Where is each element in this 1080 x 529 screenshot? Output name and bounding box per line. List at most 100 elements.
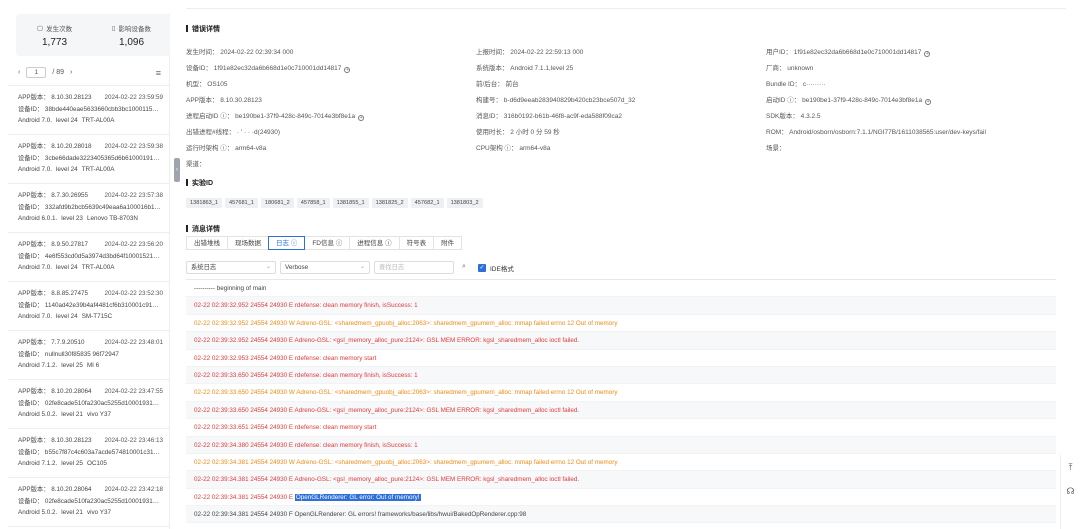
timestamp: 2024-02-22 23:57:38	[104, 192, 163, 199]
occurrence-list: APP版本： 8.10.30.28123 2024-02-22 23:59:59 设…	[8, 86, 169, 527]
ide-format-checkbox[interactable]: ✓	[478, 263, 486, 272]
log-selection: OpenGLRenderer: GL error: Out of memory!	[294, 493, 421, 501]
timestamp: 2024-02-22 23:46:13	[104, 437, 163, 444]
log-line: ---------- beginning of main	[186, 280, 1056, 298]
app-version: APP版本： 8.10.30.28123	[18, 94, 92, 101]
os-version: Android 7.1.2.	[18, 460, 58, 467]
log-text: 02-22 02:39:34.381 24554 24930 F OpenGLR…	[194, 511, 527, 519]
runtime-arch: 运行时架构 ⓘ： arm64-v8a	[186, 145, 267, 152]
next-page-button[interactable]: ›	[70, 69, 72, 76]
device-id: 设备ID： 332afd9b2bcb5639c49eaa6a100016b1…	[18, 203, 161, 211]
devices-label: 影响设备数	[118, 25, 152, 33]
log-line: 02-22 02:39:32.952 24554 24930 E rdefens…	[186, 297, 1056, 315]
app-version: APP版本： 7.7.9.20510	[18, 339, 85, 346]
message-tab[interactable]: FD信息 ⓘ	[304, 236, 351, 250]
message-tab[interactable]: 附件	[433, 236, 463, 250]
scene: 场景：	[766, 145, 786, 152]
collapse-panel-handle[interactable]: ‹	[174, 158, 180, 182]
device-id: 设备ID： 1f91e82ec32da6b668d1e0c710001dd148…	[186, 65, 351, 73]
ide-format-label: IDE格式	[490, 265, 514, 273]
api-level: level 21	[61, 509, 83, 516]
log-text: 02-22 02:39:33.650 24554 24930 W Adreno-…	[194, 389, 618, 397]
log-search-input[interactable]: 查找日志	[374, 261, 454, 274]
log-text: 02-22 02:39:34.380 24554 24930 E rdefens…	[194, 441, 418, 449]
app-version: APP版本： 8.10.20.28018	[18, 143, 92, 150]
log-line: 02-22 02:39:33.650 24554 24930 W Adreno-…	[186, 384, 1056, 402]
log-source-select[interactable]: 系统日志 ⌄	[186, 261, 276, 274]
list-item[interactable]: APP版本： 8.10.20.28064 2024-02-22 23:42:18 设…	[8, 478, 169, 527]
user-id: 用户ID： 1f91e82ec32da6b668d1e0c710001dd148…	[766, 49, 931, 57]
log-text: 02-22 02:39:34.381 24554 24930 E	[194, 493, 295, 501]
log-line: 02-22 02:39:34.381 24554 24930 W Adreno-…	[186, 454, 1056, 472]
error-details-title: 错误详情	[186, 24, 220, 34]
timestamp: 2024-02-22 23:56:20	[104, 241, 163, 248]
devices-stat: ▯ 影响设备数 1,096	[93, 14, 170, 56]
error-thread: 出错进程#线程： · ' · · ·d(24930)	[186, 129, 281, 136]
list-item[interactable]: APP版本： 8.10.20.28064 2024-02-22 23:47:55 设…	[8, 380, 169, 429]
list-item[interactable]: APP版本： 8.10.30.28123 2024-02-22 23:46:13 设…	[8, 429, 169, 478]
chevron-down-icon: ⌄	[265, 264, 271, 270]
experiment-tag: 457681_1	[225, 198, 258, 208]
api-level: level 24	[55, 264, 78, 271]
list-item[interactable]: APP版本： 8.10.20.28018 2024-02-22 23:59:38 设…	[8, 135, 169, 184]
process-launch-id: 进程启动ID ⓘ： be190be1-37f9-428c-849c-7014e3…	[186, 113, 365, 121]
experiment-tag: 457858_1	[296, 198, 330, 208]
usage-duration: 使用时长： 2 小时 0 分 59 秒	[476, 129, 560, 136]
side-toolbar: ⤒ ☊	[1060, 455, 1080, 529]
list-item[interactable]: APP版本： 8.8.85.27475 2024-02-22 23:52:30 设备…	[8, 282, 169, 331]
device-model: vivo Y37	[86, 411, 111, 418]
back-to-top-icon[interactable]: ⤒	[1061, 455, 1080, 479]
experiment-tag: 1381825_2	[371, 198, 408, 208]
message-tab[interactable]: 进程信息 ⓘ	[349, 236, 400, 250]
message-tab[interactable]: 现场数据	[227, 236, 269, 250]
experiment-tag: 1381803_2	[446, 198, 483, 208]
log-level-select[interactable]: Verbose ⌄	[280, 261, 370, 274]
copy-icon[interactable]: +	[924, 51, 931, 57]
list-item[interactable]: APP版本： 7.7.9.20510 2024-02-22 23:48:01 设备I…	[8, 331, 169, 380]
log-text: 02-22 02:39:32.952 24554 24930 E rdefens…	[194, 302, 418, 310]
copy-icon[interactable]: +	[358, 115, 365, 121]
device-id: 设备ID： 02fe8cade510fa230ac5255d10001931…	[18, 399, 160, 407]
experiment-tag: 180681_2	[260, 198, 294, 208]
launch-id: 启动ID ⓘ： be190be1-37f9-428c-849c-7014e3bf…	[766, 97, 932, 105]
list-item[interactable]: APP版本： 8.7.30.26955 2024-02-22 23:57:38 设备…	[8, 184, 169, 233]
log-line: 02-22 02:39:34.381 24554 24930 F OpenGLR…	[186, 506, 1056, 524]
copy-icon[interactable]: +	[925, 99, 932, 105]
message-tab[interactable]: 出错堆栈	[186, 236, 228, 250]
os-version: Android 7.0.	[18, 264, 52, 271]
device-model: vivo Y37	[86, 509, 111, 516]
prev-page-button[interactable]: ‹	[18, 69, 20, 76]
log-line: 02-22 02:39:33.650 24554 24930 E rdefens…	[186, 366, 1056, 385]
timestamp: 2024-02-22 23:47:55	[104, 388, 163, 395]
message-details-title: 消息详情	[186, 224, 220, 234]
stats-box: ▢ 发生次数 1,773 ▯ 影响设备数 1,096	[16, 14, 170, 56]
experiment-tag: 457682_1	[410, 198, 444, 208]
device-id: 设备ID： 4e6f553cd0d5a3974d3bd64f10001521…	[18, 252, 160, 260]
log-text: 02-22 02:39:33.650 24554 24930 E Adreno-…	[194, 406, 580, 414]
system-version: 系统版本： Android 7.1.1,level 25	[476, 65, 574, 72]
log-text: ---------- beginning of main	[194, 285, 267, 292]
os-version: Android 5.0.2.	[18, 509, 58, 516]
log-text: 02-22 02:39:32.952 24554 24930 E Adreno-…	[194, 337, 580, 345]
list-item[interactable]: APP版本： 8.9.50.27817 2024-02-22 23:56:20 设备…	[8, 233, 169, 282]
support-headset-icon[interactable]: ☊	[1061, 479, 1080, 503]
search-icon[interactable]: ⌕	[458, 261, 470, 274]
message-tab[interactable]: 日志 ⓘ	[268, 236, 306, 250]
app-version: APP版本： 8.10.20.28064	[18, 486, 92, 493]
log-viewer: ---------- beginning of main 02-22 02:39:…	[186, 279, 1056, 524]
app-version: APP版本： 8.9.50.27817	[18, 241, 89, 248]
copy-icon[interactable]: +	[344, 67, 351, 73]
rom: ROM： Android/osborn/osborn:7.1.1/NGI77B/…	[766, 129, 986, 136]
list-item[interactable]: APP版本： 8.10.30.28123 2024-02-22 23:59:59 设…	[8, 86, 169, 135]
device-id: 设备ID： 1140ad42e39b4af4481cf6b310001c91…	[18, 301, 159, 309]
device-model: Lenovo TB-8703N	[86, 215, 138, 222]
page-input[interactable]: 1	[26, 67, 47, 78]
build-no: 构建号： b-d6d9eeab283940829b420cb23bce507d_…	[476, 97, 636, 104]
device-model: TRT-AL00A	[81, 166, 115, 173]
app-version: APP版本： 8.10.30.28123	[186, 97, 262, 104]
message-tab[interactable]: 符号表	[398, 236, 435, 250]
api-level: level 24	[55, 166, 78, 173]
device-model: MI 6	[86, 362, 100, 369]
os-version: Android 7.1.2.	[18, 362, 58, 369]
menu-icon[interactable]: ≡	[156, 68, 161, 78]
